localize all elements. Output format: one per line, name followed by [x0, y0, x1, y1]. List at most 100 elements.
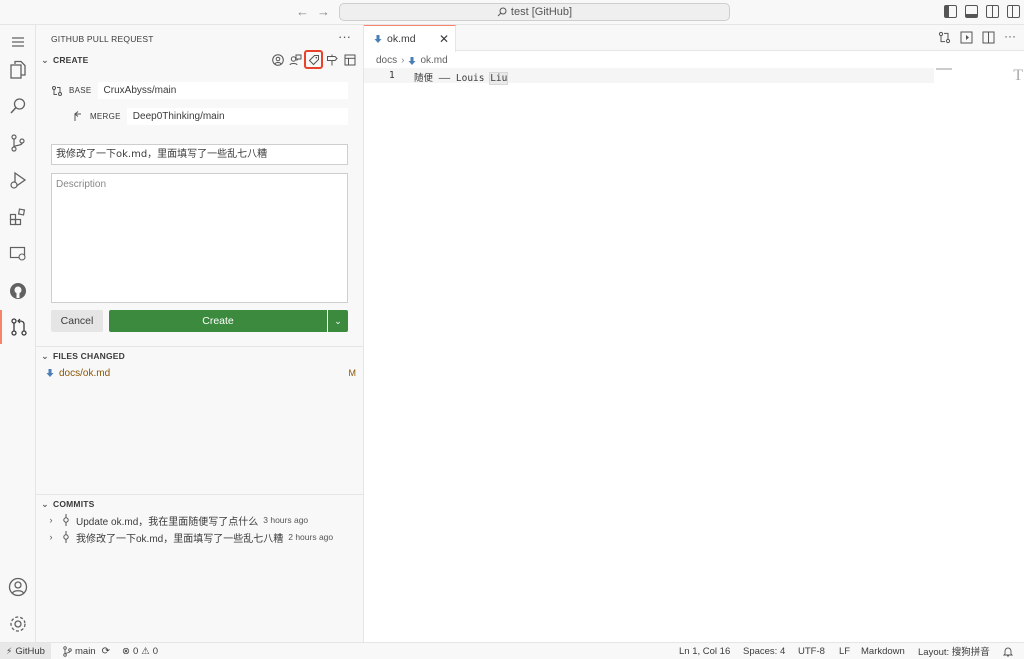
create-options-dropdown[interactable]: ⌄ [328, 310, 348, 332]
tab-label: ok.md [387, 33, 416, 45]
toggle-secondary-sidebar-icon[interactable] [986, 5, 999, 18]
changed-file-item[interactable]: docs/ok.md M [46, 366, 356, 380]
cursor-position[interactable]: Ln 1, Col 16 [679, 643, 730, 659]
status-bar: ⚡ GitHub main ⟳ ⊗ 0 ⚠ 0 Ln 1, Col 16 Spa… [0, 642, 1024, 659]
more-actions-icon[interactable]: ··· [338, 29, 351, 44]
remote-explorer-icon[interactable] [0, 237, 36, 271]
warning-icon: ⚠ [141, 645, 150, 657]
section-divider [36, 494, 363, 495]
files-changed-title: FILES CHANGED [53, 351, 126, 361]
notifications-bell-icon[interactable] [1003, 643, 1013, 659]
code-text: 随便 —— Louis [414, 73, 491, 84]
toggle-primary-sidebar-icon[interactable] [944, 5, 957, 18]
file-status-badge: M [348, 368, 357, 378]
section-divider [36, 346, 363, 347]
commits-header[interactable]: ⌄ COMMITS [40, 496, 95, 512]
chevron-right-icon: › [49, 515, 53, 525]
warning-count: 0 [152, 645, 159, 657]
problems-indicator[interactable]: ⊗ 0 ⚠ 0 [122, 643, 158, 659]
run-debug-icon[interactable] [0, 163, 36, 197]
chevron-right-icon: › [49, 532, 53, 542]
milestone-icon[interactable] [324, 52, 339, 67]
create-section-header[interactable]: ⌄ CREATE [40, 52, 89, 68]
split-editor-icon[interactable] [982, 31, 995, 44]
markdown-file-icon [46, 369, 54, 377]
merge-branch-value[interactable]: Deep0Thinking/main [126, 108, 348, 125]
merge-branch-row[interactable]: MERGE Deep0Thinking/main [73, 108, 348, 125]
commit-item[interactable]: › Update ok.md，我在里面随便写了点什么 3 hours ago [46, 512, 308, 528]
chevron-down-icon: ⌄ [41, 54, 49, 65]
minimap[interactable] [936, 68, 952, 70]
changed-file-name: docs/ok.md [59, 367, 111, 379]
customize-layout-icon[interactable] [1007, 5, 1020, 18]
close-icon[interactable]: ✕ [439, 32, 449, 46]
merge-arrow-icon [74, 111, 81, 121]
line-ending[interactable]: LF [839, 643, 850, 659]
remote-label: GitHub [15, 645, 45, 657]
chevron-down-icon: ⌄ [41, 350, 49, 361]
markdown-file-icon [408, 56, 416, 65]
code-selection: Liu [489, 72, 509, 85]
files-changed-header[interactable]: ⌄ FILES CHANGED [40, 348, 125, 364]
extensions-icon[interactable] [0, 200, 36, 234]
manage-gear-icon[interactable] [0, 607, 36, 641]
commit-item[interactable]: › 我修改了一下ok.md，里面填写了一些乱七八糟 2 hours ago [46, 529, 333, 545]
chevron-down-icon: ⌄ [334, 315, 342, 326]
breadcrumb: docs › ok.md [376, 55, 448, 66]
nav-arrows: ← → [296, 4, 330, 19]
assignees-icon[interactable] [270, 52, 285, 67]
toggle-panel-icon[interactable] [965, 5, 978, 18]
editor-tabs: ok.md ✕ ··· [364, 25, 1024, 52]
open-changes-icon[interactable] [938, 31, 951, 44]
base-branch-row[interactable]: BASE CruxAbyss/main [51, 82, 348, 99]
project-icon[interactable] [342, 52, 357, 67]
editor-area: ok.md ✕ ··· docs › ok.md 1 随便 —— Louis L… [364, 25, 1024, 642]
keyboard-layout[interactable]: Layout: 搜狗拼音 [918, 643, 990, 659]
create-section-title: CREATE [53, 55, 89, 65]
commits-title: COMMITS [53, 499, 95, 509]
line-number: 1 [389, 70, 395, 81]
base-branch-value[interactable]: CruxAbyss/main [97, 82, 348, 99]
markdown-file-icon [374, 35, 382, 43]
sidebar-title: GITHUB PULL REQUEST [51, 34, 154, 44]
language-mode[interactable]: Markdown [861, 643, 905, 659]
command-center-text: test [GitHub] [510, 6, 573, 18]
pull-requests-icon[interactable] [0, 310, 36, 344]
commit-message: Update ok.md，我在里面随便写了点什么 [76, 516, 259, 528]
branch-indicator[interactable]: main ⟳ [63, 643, 110, 659]
reviewers-icon[interactable] [288, 52, 303, 67]
error-count: 0 [132, 645, 139, 657]
code-line[interactable]: 随便 —— Louis Liu [414, 70, 509, 85]
back-arrow-icon[interactable]: ← [296, 4, 309, 19]
pull-request-sidebar: GITHUB PULL REQUEST ··· ⌄ CREATE BASE Cr… [36, 25, 364, 642]
commit-icon [63, 514, 69, 526]
merge-label: MERGE [89, 112, 121, 121]
command-center[interactable]: test [GitHub] [339, 3, 730, 21]
forward-arrow-icon[interactable]: → [317, 4, 330, 19]
remote-icon: ⚡ [6, 645, 13, 656]
search-activity-icon[interactable] [0, 89, 36, 123]
remote-indicator[interactable]: ⚡ GitHub [0, 643, 51, 659]
editor-more-icon[interactable]: ··· [1004, 30, 1016, 44]
cancel-button[interactable]: Cancel [51, 310, 103, 332]
editor-actions: ··· [938, 30, 1016, 44]
indentation[interactable]: Spaces: 4 [743, 643, 785, 659]
accounts-icon[interactable] [0, 570, 36, 604]
encoding[interactable]: UTF-8 [798, 643, 825, 659]
commit-message: 我修改了一下ok.md，里面填写了一些乱七八糟 [76, 533, 284, 545]
sync-icon[interactable]: ⟳ [102, 646, 110, 657]
labels-icon[interactable] [304, 50, 323, 69]
explorer-icon[interactable] [0, 53, 36, 87]
open-preview-icon[interactable] [960, 31, 973, 44]
tab-ok-md[interactable]: ok.md ✕ [364, 25, 456, 52]
chevron-right-icon: › [401, 55, 405, 66]
breadcrumb-file[interactable]: ok.md [420, 55, 447, 66]
source-control-icon[interactable] [0, 126, 36, 160]
create-button[interactable]: Create [109, 310, 327, 332]
breadcrumb-folder[interactable]: docs [376, 55, 397, 66]
layout-controls [944, 5, 1020, 18]
github-icon[interactable] [0, 274, 36, 308]
pr-title-input[interactable]: 我修改了一下ok.md，里面填写了一些乱七八糟 [51, 144, 348, 165]
search-icon [497, 7, 507, 17]
pr-description-input[interactable]: Description [51, 173, 348, 303]
